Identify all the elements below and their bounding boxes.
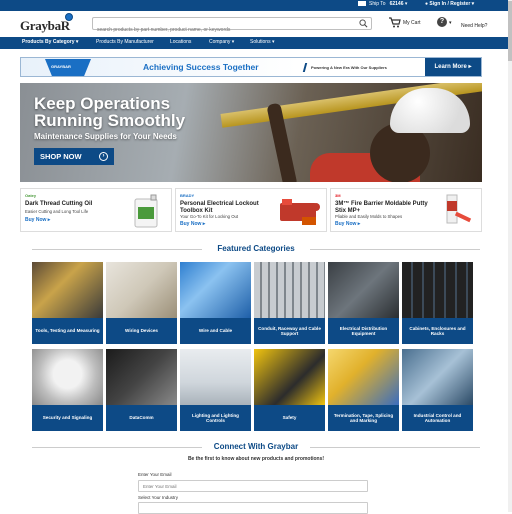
- shop-now-label: SHOP NOW: [40, 152, 82, 161]
- truck-icon: [358, 1, 366, 7]
- category-tile[interactable]: Lighting and Lighting Controls: [180, 349, 251, 431]
- product-name: Personal Electrical Lockout Toolbox Kit: [180, 201, 259, 214]
- category-label: Cabinets, Enclosures and Racks: [409, 325, 466, 337]
- category-tile[interactable]: Termination, Tape, Splicing and Marking: [328, 349, 399, 431]
- hero-banner[interactable]: Keep Operations Running Smoothly Maintena…: [20, 83, 482, 182]
- category-label: Industrial Control and Automation: [413, 412, 462, 424]
- promo-divider: [302, 63, 308, 72]
- sign-in-link[interactable]: ● Sign In / Register ▾: [425, 1, 474, 7]
- arrow-right-icon: ›: [99, 152, 108, 161]
- category-image: [32, 262, 103, 318]
- cutting-oil-jug-image: [134, 194, 158, 228]
- product-tile-brady[interactable]: BRADY Personal Electrical Lockout Toolbo…: [175, 188, 327, 232]
- category-label: Termination, Tape, Splicing and Marking: [333, 412, 394, 424]
- scrollbar[interactable]: [508, 0, 512, 512]
- divider-right: [310, 249, 480, 250]
- industry-label: Select Your Industry: [138, 495, 179, 500]
- shop-now-button[interactable]: SHOP NOW ›: [34, 148, 114, 165]
- category-label: Conduit, Raceway and Cable Support: [258, 325, 321, 337]
- question-icon: ?: [437, 17, 447, 27]
- category-tile[interactable]: Security and Signaling: [32, 349, 103, 431]
- category-label: Safety: [282, 415, 297, 421]
- lockout-kit-image: [280, 199, 320, 225]
- top-bar: Ship To 62146 ▾ ● Sign In / Register ▾: [0, 0, 512, 11]
- nav-solutions[interactable]: Solutions ▾: [250, 39, 274, 45]
- nav-products-by-category[interactable]: Products By Category ▾: [22, 39, 78, 45]
- category-image: [254, 262, 325, 318]
- product-tile-oatey[interactable]: Oatey Dark Thread Cutting Oil Easier Cut…: [20, 188, 172, 232]
- search-box: [92, 17, 372, 36]
- email-label: Enter Your Email: [138, 472, 172, 477]
- category-tile[interactable]: Industrial Control and Automation: [402, 349, 473, 431]
- product-desc: Easier Cutting and Long Tool Life: [25, 209, 89, 214]
- logo-badge-icon: [65, 13, 73, 21]
- category-image: [402, 349, 473, 405]
- category-image: [180, 262, 251, 318]
- category-label: Wiring Devices: [125, 328, 158, 334]
- learn-more-button[interactable]: Learn More ▸: [425, 58, 481, 76]
- connect-subtitle: Be the first to know about new products …: [187, 456, 325, 462]
- category-tile[interactable]: Safety: [254, 349, 325, 431]
- hero-subhead: Maintenance Supplies for Your Needs: [34, 132, 177, 141]
- nav-company[interactable]: Company ▾: [209, 39, 234, 45]
- scrollbar-thumb[interactable]: [508, 1, 512, 61]
- user-icon: ●: [425, 1, 429, 7]
- category-tile[interactable]: Wiring Devices: [106, 262, 177, 344]
- buy-now-link[interactable]: Buy Now ▸: [335, 221, 360, 227]
- category-label: Tools, Testing and Measuring: [35, 328, 100, 334]
- cart-icon: [389, 17, 401, 28]
- category-image: [106, 349, 177, 405]
- help-label: Need Help? ▾: [449, 20, 488, 29]
- ship-to-link[interactable]: Ship To 62146 ▾: [358, 1, 407, 7]
- product-desc: Pliable and Easily Molds to Shapes: [335, 214, 403, 219]
- fire-putty-image: [446, 194, 472, 224]
- category-image: [328, 349, 399, 405]
- product-desc: Your Go-To Kit for Locking Out: [180, 214, 239, 219]
- nav-products-by-manufacturer[interactable]: Products By Manufacturer: [96, 39, 154, 45]
- category-tile[interactable]: DataComm: [106, 349, 177, 431]
- category-tile[interactable]: Cabinets, Enclosures and Racks: [402, 262, 473, 344]
- category-tile[interactable]: Conduit, Raceway and Cable Support: [254, 262, 325, 344]
- promo-banner[interactable]: GRAYBAR Achieving Success Together Power…: [20, 57, 482, 77]
- category-label: Electrical Distribution Equipment: [339, 325, 388, 337]
- category-label: Lighting and Lighting Controls: [192, 412, 239, 424]
- category-tile[interactable]: Tools, Testing and Measuring: [32, 262, 103, 344]
- product-brand: Oatey: [25, 193, 37, 198]
- promo-badge-text: GRAYBAR: [51, 64, 71, 69]
- product-name: Dark Thread Cutting Oil: [25, 201, 93, 207]
- buy-now-link[interactable]: Buy Now ▸: [180, 221, 205, 227]
- category-tile[interactable]: Electrical Distribution Equipment: [328, 262, 399, 344]
- product-brand: BRADY: [180, 193, 195, 198]
- main-nav: Products By Category ▾ Products By Manuf…: [0, 37, 512, 49]
- category-label: Wire and Cable: [198, 328, 233, 334]
- category-label: Security and Signaling: [42, 415, 93, 421]
- nav-locations[interactable]: Locations: [170, 39, 191, 45]
- category-image: [328, 262, 399, 318]
- email-input[interactable]: [138, 480, 368, 492]
- search-icon[interactable]: [359, 19, 368, 28]
- category-image: [32, 349, 103, 405]
- search-input[interactable]: [93, 24, 355, 36]
- product-tile-3m[interactable]: 3M 3M™ Fire Barrier Moldable Putty Stix …: [330, 188, 482, 232]
- product-name: 3M™ Fire Barrier Moldable Putty Stix MP+: [335, 201, 428, 214]
- category-image: [402, 262, 473, 318]
- ship-zip: 62146: [389, 1, 404, 7]
- promo-subtitle: Powering A New Era With Our Suppliers: [311, 65, 387, 70]
- category-label: DataComm: [129, 415, 154, 421]
- sign-in-label: Sign In / Register: [429, 1, 471, 7]
- ship-to-label: Ship To: [369, 1, 386, 7]
- category-image: [106, 262, 177, 318]
- product-brand: 3M: [335, 193, 341, 198]
- header: GraybaR My Cart ? Need Help? ▾: [0, 11, 512, 37]
- category-tile[interactable]: Wire and Cable: [180, 262, 251, 344]
- cart-label: My Cart: [403, 20, 421, 26]
- promo-title: Achieving Success Together: [143, 62, 259, 72]
- divider-right: [310, 447, 480, 448]
- hero-headline: Keep Operations Running Smoothly: [34, 94, 186, 130]
- category-image: [254, 349, 325, 405]
- buy-now-link[interactable]: Buy Now ▸: [25, 217, 50, 223]
- graybar-logo[interactable]: GraybaR: [20, 18, 70, 34]
- category-image: [180, 349, 251, 405]
- industry-select[interactable]: [138, 502, 368, 514]
